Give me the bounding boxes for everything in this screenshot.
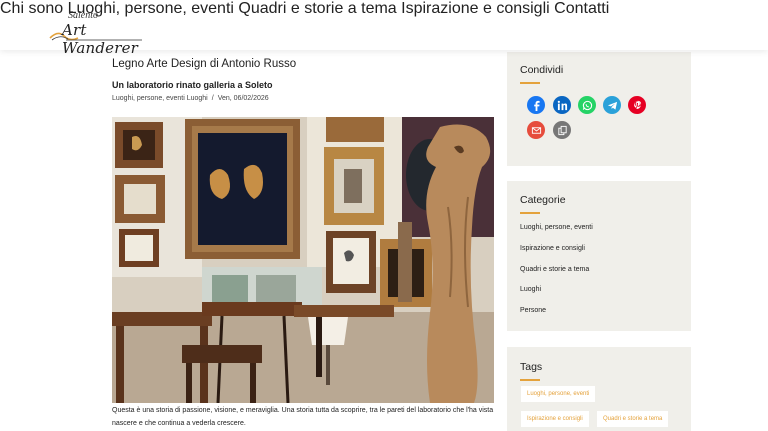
category-quadri-storie[interactable]: Quadri e storie a tema xyxy=(520,266,589,273)
whatsapp-icon[interactable] xyxy=(578,96,596,114)
telegram-icon[interactable] xyxy=(603,96,621,114)
category-ispirazione-consigli[interactable]: Ispirazione e consigli xyxy=(520,245,585,252)
meta-separator: / xyxy=(211,95,214,102)
article-meta: Luoghi, persone, eventi Luoghi / Ven, 06/0… xyxy=(112,95,269,102)
facebook-icon[interactable] xyxy=(527,96,545,114)
email-icon[interactable] xyxy=(527,121,545,139)
copy-link-icon[interactable] xyxy=(553,121,571,139)
category-persone[interactable]: Persone xyxy=(520,307,546,314)
meta-categories[interactable]: Luoghi, persone, eventi Luoghi xyxy=(112,95,208,102)
linkedin-icon[interactable] xyxy=(553,96,571,114)
tags-widget: Tags Luoghi, persone, eventi Ispirazione… xyxy=(507,347,691,431)
logo-line1: Salento xyxy=(68,10,98,21)
tag-quadri-storie[interactable]: Quadri e storie a tema xyxy=(597,411,669,427)
tags-title-rule xyxy=(520,379,540,381)
tags-title: Tags xyxy=(520,361,543,373)
nav-contatti[interactable]: Contatti xyxy=(554,0,609,17)
logo-line2: Art Wanderer xyxy=(62,21,139,57)
article-subtitle: Un laboratorio rinato galleria a Soleto xyxy=(112,80,273,90)
tag-luoghi-persone-eventi[interactable]: Luoghi, persone, eventi xyxy=(521,386,596,402)
category-luoghi-persone-eventi[interactable]: Luoghi, persone, eventi xyxy=(520,224,593,231)
category-luoghi[interactable]: Luoghi xyxy=(520,286,541,293)
pinterest-icon[interactable] xyxy=(628,96,646,114)
site-header: Salento Art Wanderer Chi sono Luoghi, pe… xyxy=(0,0,768,57)
nav-ispirazione-consigli[interactable]: Ispirazione e consigli xyxy=(401,0,550,17)
page-title: Legno Arte Design di Antonio Russo xyxy=(112,58,297,70)
categories-widget: Categorie Luoghi, persone, eventi Ispira… xyxy=(507,181,691,331)
share-title-rule xyxy=(520,82,540,84)
categories-title: Categorie xyxy=(520,194,566,206)
site-logo[interactable]: Salento Art Wanderer xyxy=(48,8,144,57)
meta-date: Ven, 06/02/2026 xyxy=(217,95,269,102)
nav-quadri-storie[interactable]: Quadri e storie a tema xyxy=(238,0,396,17)
categories-title-rule xyxy=(520,212,540,214)
article-intro: Questa è una storia di passione, visione… xyxy=(112,407,494,427)
share-widget: Condividi xyxy=(507,52,691,166)
article-photo xyxy=(112,117,494,403)
share-title: Condividi xyxy=(520,64,564,76)
tag-ispirazione-consigli[interactable]: Ispirazione e consigli xyxy=(521,411,589,427)
